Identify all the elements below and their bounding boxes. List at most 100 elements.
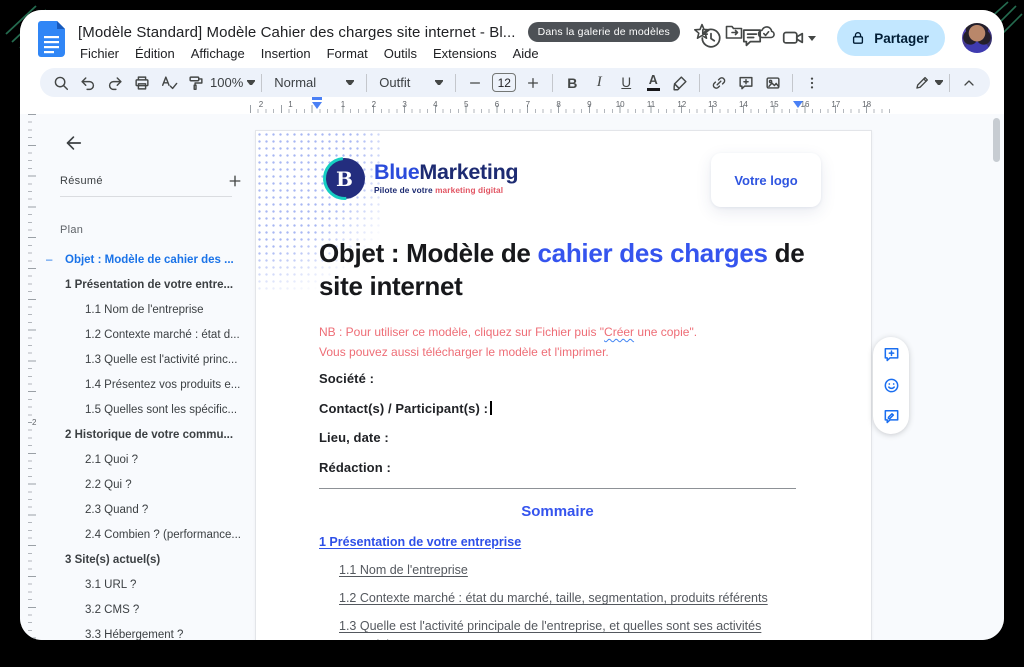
paint-format-button[interactable] — [183, 71, 209, 95]
vertical-ruler-number: 2 — [32, 417, 36, 428]
horizontal-ruler[interactable]: 21123456789101112131415161718 — [250, 100, 910, 114]
account-avatar[interactable] — [962, 23, 992, 53]
outline-item[interactable]: 2.4 Combien ? (performance... — [40, 522, 258, 547]
first-line-indent-marker[interactable] — [312, 102, 322, 109]
toc-link[interactable]: 1 Présentation de votre entreprise — [319, 533, 781, 551]
outline-item[interactable]: 1.5 Quelles sont les spécific... — [40, 397, 258, 422]
outline-sidebar: Résumé Plan Objet : Modèle de cahier des… — [40, 114, 258, 640]
spellcheck-button[interactable] — [156, 71, 182, 95]
document-area: B BlueMarketing Pilote de votre marketin… — [240, 114, 1004, 640]
close-outline-button[interactable] — [60, 130, 86, 156]
outline-item[interactable]: 2 Historique de votre commu... — [40, 422, 258, 447]
bold-button[interactable]: B — [559, 71, 585, 95]
outline-item[interactable]: 2.3 Quand ? — [40, 497, 258, 522]
field-lieu-date[interactable]: Lieu, date : — [319, 430, 492, 445]
font-family-select[interactable]: Outfit — [373, 71, 449, 95]
your-logo-placeholder[interactable]: Votre logo — [711, 153, 821, 207]
outline-item[interactable]: 1 Présentation de votre entre... — [40, 272, 258, 297]
document-title[interactable]: [Modèle Standard] Modèle Cahier des char… — [78, 24, 516, 41]
text-cursor — [490, 401, 492, 415]
menu-item[interactable]: Insertion — [253, 44, 319, 63]
field-societe[interactable]: Société : — [319, 371, 492, 386]
sidebar-divider — [60, 196, 232, 197]
more-options-button[interactable] — [799, 71, 825, 95]
comments-icon[interactable] — [740, 26, 764, 50]
horizontal-divider — [319, 488, 796, 489]
chevron-down-icon — [346, 80, 354, 85]
highlight-color-button[interactable] — [667, 71, 693, 95]
google-docs-icon[interactable] — [38, 21, 65, 57]
emoji-reaction-icon[interactable] — [881, 376, 901, 396]
toolbar-separator — [552, 74, 553, 92]
toolbar-separator — [366, 74, 367, 92]
outline-item[interactable]: 1.3 Quelle est l'activité princ... — [40, 347, 258, 372]
search-menus-button[interactable] — [48, 71, 74, 95]
outline-item[interactable]: Objet : Modèle de cahier des ... — [40, 247, 258, 272]
toolbar: 100% Normal Outfit 12 B I U A — [40, 68, 990, 97]
toc-link[interactable]: 1.1 Nom de l'entreprise — [319, 561, 781, 579]
template-gallery-badge: Dans la galerie de modèles — [528, 22, 680, 42]
outline-item[interactable]: 1.4 Présentez vos produits e... — [40, 372, 258, 397]
toc-title: Sommaire — [319, 503, 796, 520]
editing-mode-select[interactable] — [914, 71, 943, 95]
menu-item[interactable]: Aide — [505, 44, 547, 63]
outline-item[interactable]: 3.1 URL ? — [40, 572, 258, 597]
misspelled-word: Créer — [604, 325, 634, 339]
lock-icon — [850, 30, 866, 46]
outline-item[interactable]: 3 Site(s) actuel(s) — [40, 547, 258, 572]
outline-item[interactable]: 2.2 Qui ? — [40, 472, 258, 497]
underline-button[interactable]: U — [613, 71, 639, 95]
increase-font-size-button[interactable] — [520, 71, 546, 95]
paragraph-style-select[interactable]: Normal — [268, 71, 360, 95]
chevron-down-icon — [435, 80, 443, 85]
field-contacts[interactable]: Contact(s) / Participant(s) : — [319, 401, 492, 416]
left-indent-marker[interactable] — [312, 97, 322, 100]
document-page[interactable]: B BlueMarketing Pilote de votre marketin… — [255, 130, 872, 640]
toolbar-separator — [699, 74, 700, 92]
decrease-font-size-button[interactable] — [462, 71, 488, 95]
tagline-accent: marketing digital — [435, 185, 503, 195]
right-indent-marker[interactable] — [793, 101, 803, 108]
menu-item[interactable]: Extensions — [425, 44, 505, 63]
version-history-icon[interactable] — [699, 26, 723, 50]
insert-link-button[interactable] — [706, 71, 732, 95]
google-docs-window: [Modèle Standard] Modèle Cahier des char… — [20, 10, 1004, 640]
text-color-button[interactable]: A — [640, 71, 666, 95]
vertical-scrollbar[interactable] — [993, 118, 1000, 162]
toolbar-separator — [792, 74, 793, 92]
menu-item[interactable]: Format — [319, 44, 376, 63]
font-size-input[interactable]: 12 — [492, 73, 516, 92]
italic-button[interactable]: I — [586, 71, 612, 95]
collapse-toolbar-button[interactable] — [956, 71, 982, 95]
add-comment-icon[interactable] — [881, 345, 901, 365]
share-label: Partager — [874, 31, 929, 46]
toolbar-separator — [261, 74, 262, 92]
field-redaction[interactable]: Rédaction : — [319, 460, 492, 475]
menu-item[interactable]: Affichage — [183, 44, 253, 63]
outline-item[interactable]: 3.3 Hébergement ? — [40, 622, 258, 640]
brand-rest: Marketing — [419, 160, 518, 184]
redo-button[interactable] — [102, 71, 128, 95]
add-comment-button[interactable] — [733, 71, 759, 95]
meet-button[interactable] — [781, 26, 816, 50]
outline-item[interactable]: 2.1 Quoi ? — [40, 447, 258, 472]
logo-mark: B — [324, 158, 365, 199]
share-button[interactable]: Partager — [837, 20, 945, 56]
brand-first: Blue — [374, 160, 419, 184]
content-area: 2 Résumé Plan Objet : Modèle de cahier d… — [20, 114, 1004, 640]
toc-link[interactable]: 1.2 Contexte marché : état du marché, ta… — [319, 589, 781, 607]
menu-item[interactable]: Fichier — [72, 44, 127, 63]
menu-item[interactable]: Outils — [376, 44, 425, 63]
insert-image-button[interactable] — [760, 71, 786, 95]
titlebar: [Modèle Standard] Modèle Cahier des char… — [20, 10, 1004, 68]
print-button[interactable] — [129, 71, 155, 95]
outline-item[interactable]: 3.2 CMS ? — [40, 597, 258, 622]
outline-item[interactable]: 1.2 Contexte marché : état d... — [40, 322, 258, 347]
menu-item[interactable]: Édition — [127, 44, 183, 63]
suggest-edits-icon[interactable] — [881, 407, 901, 427]
toc-link[interactable]: 1.3 Quelle est l'activité principale de … — [319, 617, 781, 640]
undo-button[interactable] — [75, 71, 101, 95]
outline-item[interactable]: 1.1 Nom de l'entreprise — [40, 297, 258, 322]
toolbar-separator — [455, 74, 456, 92]
zoom-select[interactable]: 100% — [210, 71, 255, 95]
